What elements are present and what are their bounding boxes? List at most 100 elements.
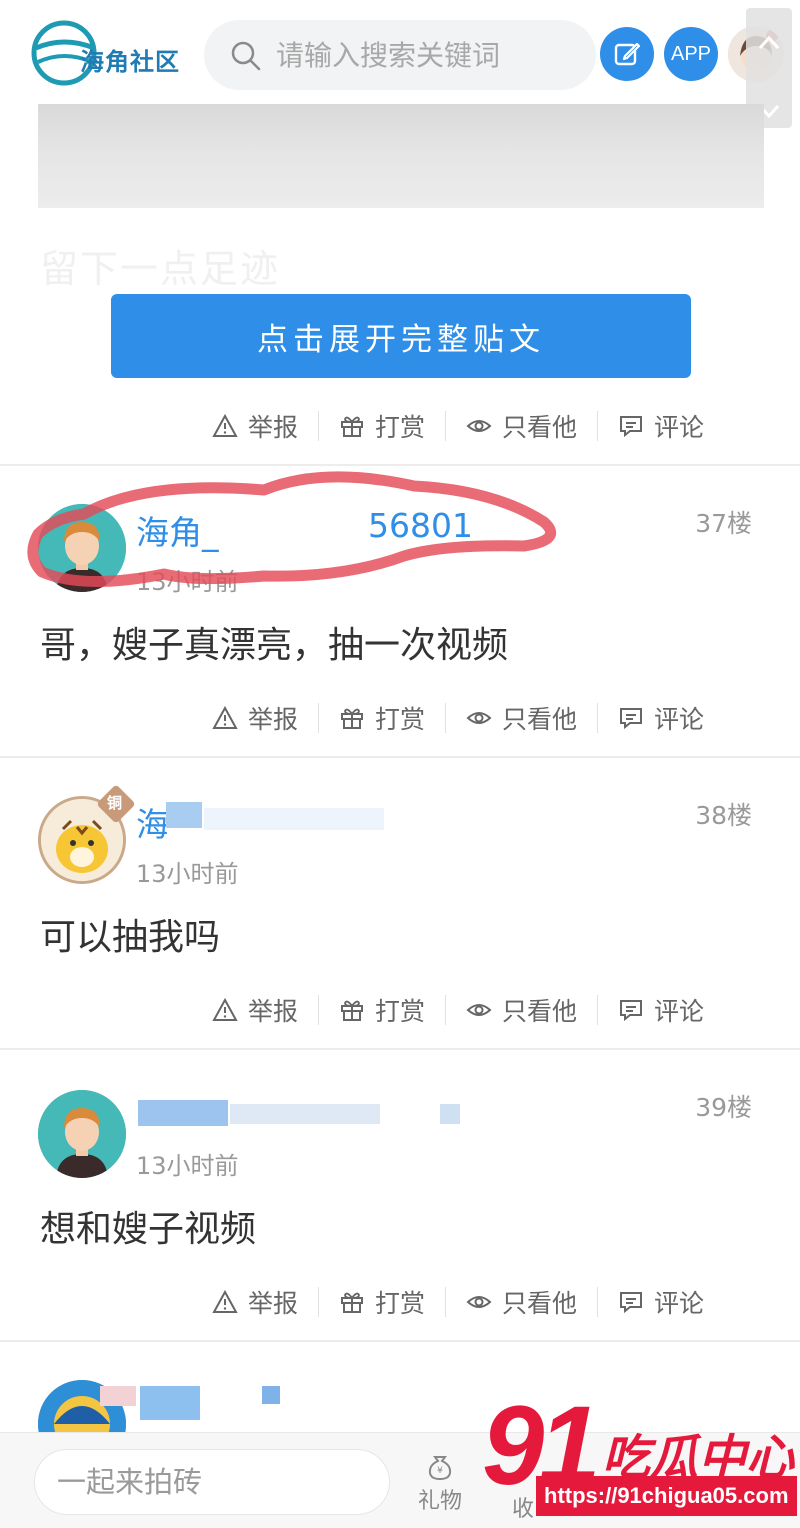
floor-number: 38楼: [695, 801, 752, 830]
gift-icon: [341, 708, 364, 729]
comment-label: 评论: [654, 413, 705, 442]
comment-label: 评论: [654, 997, 705, 1026]
reward-label: 打赏: [375, 1289, 426, 1318]
divider: [445, 995, 447, 1025]
only-him-button[interactable]: 只看他: [466, 990, 577, 1030]
comment-content: 哥，嫂子真漂亮，抽一次视频: [40, 625, 509, 666]
edit-icon: [614, 42, 641, 66]
red-circle-annotation: [27, 471, 557, 587]
boy-avatar-icon: [38, 1090, 126, 1178]
section-divider: [0, 1048, 800, 1050]
report-label: 举报: [248, 705, 299, 734]
section-divider: [0, 756, 800, 758]
report-button[interactable]: 举报: [212, 698, 298, 738]
divider: [597, 411, 599, 441]
comment-time: 13小时前: [136, 1152, 239, 1180]
comment-button[interactable]: 评论: [618, 1282, 704, 1322]
reward-button[interactable]: 打赏: [339, 406, 425, 446]
report-label: 举报: [248, 997, 299, 1026]
only-him-button[interactable]: 只看他: [466, 698, 577, 738]
search-bar[interactable]: [204, 20, 596, 90]
mosaic-blur: [440, 1104, 460, 1124]
only-him-label: 只看他: [502, 705, 578, 734]
comment-icon: [620, 1000, 643, 1022]
comment-button[interactable]: 评论: [618, 990, 704, 1030]
write-post-button[interactable]: [600, 27, 654, 81]
divider: [318, 1287, 320, 1317]
warning-icon: [212, 705, 238, 729]
comment-button[interactable]: 评论: [618, 698, 704, 738]
comment-label: 评论: [654, 705, 705, 734]
floor-number: 37楼: [695, 509, 752, 538]
reward-label: 打赏: [375, 997, 426, 1026]
post-action-row: 举报 打赏 只看他 评论: [212, 406, 772, 446]
reward-button[interactable]: 打赏: [339, 990, 425, 1030]
only-him-label: 只看他: [502, 1289, 578, 1318]
bronze-badge-label: 铜: [107, 794, 123, 812]
divider: [597, 703, 599, 733]
divider: [318, 411, 320, 441]
section-divider: [0, 1340, 800, 1342]
divider: [445, 703, 447, 733]
comment-content: 想和嫂子视频: [40, 1209, 257, 1250]
money-bag-icon: ¥: [428, 1456, 452, 1481]
svg-text:¥: ¥: [437, 1466, 443, 1476]
report-label: 举报: [248, 413, 299, 442]
report-button[interactable]: 举报: [212, 990, 298, 1030]
reward-label: 打赏: [375, 413, 426, 442]
avatar[interactable]: [38, 1090, 126, 1178]
comment-icon: [620, 1292, 643, 1314]
site-watermark: 91 吃瓜中心 https://91chigua05.com: [478, 1390, 800, 1528]
comment-content: 可以抽我吗: [40, 917, 221, 958]
expand-full-post-button[interactable]: 点击展开完整贴文: [111, 294, 691, 378]
reward-button[interactable]: 打赏: [339, 698, 425, 738]
only-him-button[interactable]: 只看他: [466, 1282, 577, 1322]
comment-action-row: 举报 打赏 只看他 评论: [212, 1282, 772, 1322]
mosaic-blur: [138, 1100, 228, 1126]
faded-hint-text: 留下一点足迹: [40, 247, 281, 291]
comment-icon: [620, 708, 643, 730]
app-download-button[interactable]: APP: [664, 27, 718, 81]
divider: [445, 1287, 447, 1317]
mosaic-blur: [204, 808, 384, 830]
watermark-url: https://91chigua05.com: [536, 1476, 797, 1516]
gift-button[interactable]: ¥ 礼物: [412, 1451, 468, 1515]
site-logo[interactable]: 海角社区: [30, 18, 190, 88]
search-icon: [231, 41, 261, 71]
divider: [318, 995, 320, 1025]
divider: [597, 995, 599, 1025]
comment-icon: [620, 416, 643, 438]
mosaic-blur: [140, 1386, 200, 1420]
comment-time: 13小时前: [136, 860, 239, 888]
eye-icon: [466, 1296, 492, 1308]
reward-button[interactable]: 打赏: [339, 1282, 425, 1322]
comment-action-row: 举报 打赏 只看他 评论: [212, 990, 772, 1030]
divider: [445, 411, 447, 441]
reward-label: 打赏: [375, 705, 426, 734]
warning-icon: [212, 997, 238, 1021]
report-button[interactable]: 举报: [212, 1282, 298, 1322]
mosaic-blur: [100, 1386, 136, 1406]
warning-icon: [212, 413, 238, 437]
warning-icon: [212, 1289, 238, 1313]
search-input[interactable]: [276, 20, 576, 90]
report-label: 举报: [248, 1289, 299, 1318]
gift-label: 礼物: [417, 1489, 462, 1514]
eye-icon: [466, 420, 492, 432]
eye-icon: [466, 712, 492, 724]
divider: [597, 1287, 599, 1317]
comment-button[interactable]: 评论: [618, 406, 704, 446]
mosaic-blur: [230, 1104, 380, 1124]
only-him-label: 只看他: [502, 413, 578, 442]
comment-username[interactable]: 海: [136, 798, 169, 846]
mosaic-blur: [166, 802, 202, 828]
only-him-button[interactable]: 只看他: [466, 406, 577, 446]
comment-label: 评论: [654, 1289, 705, 1318]
mosaic-blur: [262, 1386, 280, 1404]
report-button[interactable]: 举报: [212, 406, 298, 446]
gift-icon: [341, 1292, 364, 1313]
comment-input[interactable]: [34, 1449, 390, 1515]
logo-text: 海角社区: [80, 47, 180, 76]
floor-number: 39楼: [695, 1093, 752, 1122]
comment-action-row: 举报 打赏 只看他 评论: [212, 698, 772, 738]
